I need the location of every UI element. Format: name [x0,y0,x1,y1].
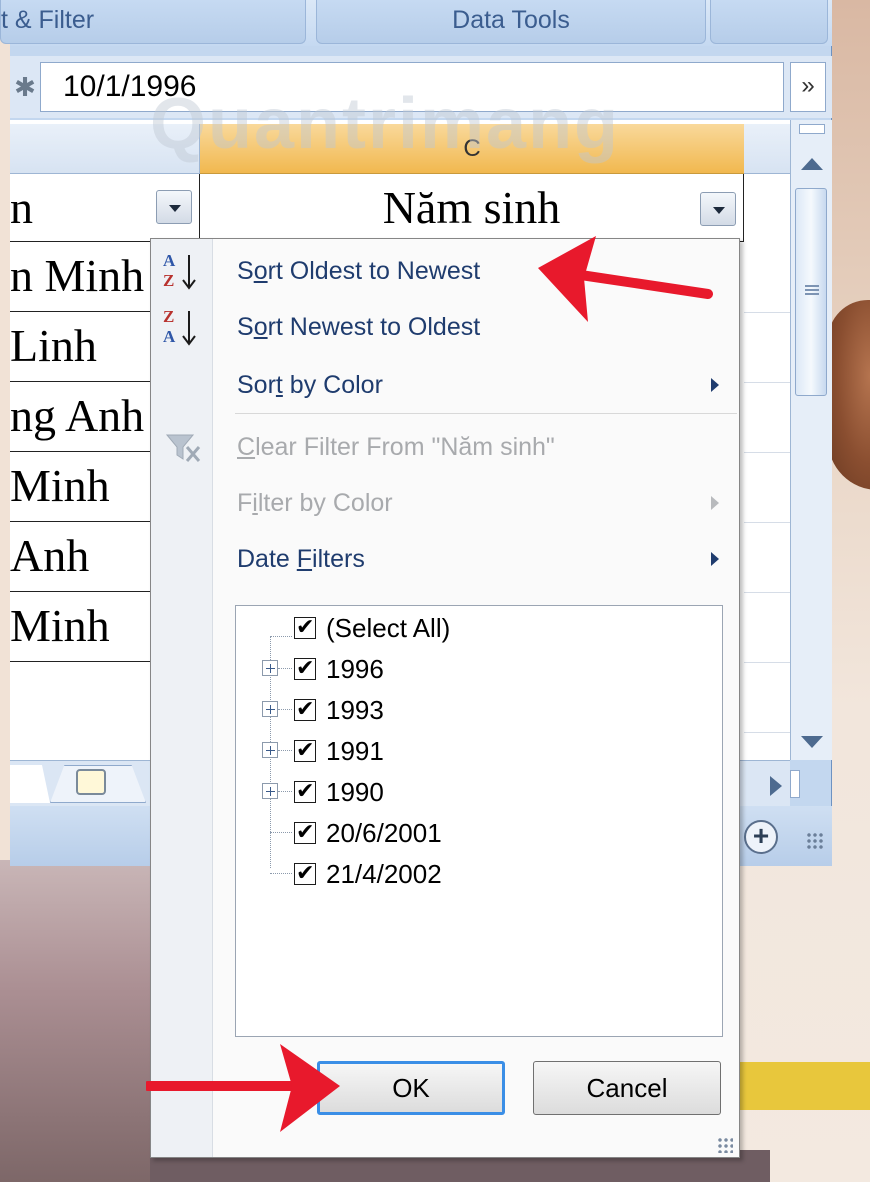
checklist-label: 1996 [326,654,384,684]
gridline [744,382,790,383]
expand-formula-bar-button[interactable]: » [790,62,826,112]
gridline [744,452,790,453]
background-yellow-stripe [740,1062,870,1110]
grip-icon [805,285,819,297]
menu-item-label: by Color [282,371,383,399]
checklist-label: 21/4/2002 [326,859,442,889]
sheet-tab-partial[interactable] [10,765,50,803]
menu-icon-gutter [151,239,213,1157]
gridline [744,312,790,313]
expand-icon[interactable] [262,742,278,758]
insert-sheet-icon [76,769,106,795]
svg-text:Z: Z [163,307,174,326]
scroll-right-icon[interactable] [770,776,782,796]
checkbox-checked-icon[interactable] [294,614,316,640]
tree-line [270,873,292,874]
ribbon-group-data-tools[interactable]: Data Tools [316,0,706,44]
vertical-scrollbar[interactable] [790,120,832,760]
menu-item-accelerator: C [237,433,256,461]
ribbon-group-sort-filter[interactable]: t & Filter [0,0,306,44]
checkbox-checked-icon[interactable] [294,737,316,763]
gridline [744,522,790,523]
background-person-head [828,300,870,490]
menu-item-accelerator: F [296,545,313,573]
ribbon: t & Filter Data Tools [0,0,832,46]
tree-line [278,709,292,710]
checklist-label: 20/6/2001 [326,818,442,848]
sort-descending-icon: Z A [161,305,205,351]
horizontal-split-box[interactable] [790,770,800,798]
resize-grip-icon[interactable] [717,1137,733,1153]
menu-item-label: S [237,257,254,285]
menu-item-label: lter by Color [257,489,393,517]
scrollbar-thumb[interactable] [795,188,827,396]
ok-button[interactable]: OK [317,1061,505,1115]
menu-item-sort-by-color[interactable]: Sort by Color [213,357,739,413]
svg-text:A: A [163,327,176,346]
background-photo-left [0,860,160,1182]
gridline [744,662,790,663]
watermark: Quantrimang [150,84,621,164]
menu-item-label: lear Filter From "Năm sinh" [255,433,555,461]
checkbox-checked-icon[interactable] [294,819,316,845]
menu-separator [235,413,737,414]
menu-item-label: F [237,489,253,517]
svg-text:Z: Z [163,271,174,290]
zoom-in-icon[interactable]: + [744,820,778,854]
chevron-double-down-icon: » [801,72,815,99]
tree-line [278,750,292,751]
cancel-button[interactable]: Cancel [533,1061,721,1115]
menu-item-date-filters[interactable]: Date Filters [213,531,739,587]
expand-icon[interactable] [262,701,278,717]
checklist-label: 1993 [326,695,384,725]
checklist-label: 1990 [326,777,384,807]
menu-item-clear-filter: Clear Filter From "Năm sinh" [213,419,739,475]
submenu-arrow-icon [711,552,719,566]
menu-item-label: S [237,313,254,341]
annotation-arrow-icon [146,1044,340,1132]
menu-item-label: rt Oldest to Newest [267,257,481,285]
filter-value-list[interactable]: (Select All) 1996 1993 1991 1990 20/6/20… [235,605,723,1037]
autofilter-menu: A Z Sort Oldest to Newest Z A Sort Newes… [150,238,740,1158]
checkbox-checked-icon[interactable] [294,655,316,681]
checkbox-checked-icon[interactable] [294,696,316,722]
column-header-d[interactable] [744,124,790,174]
gridline [744,592,790,593]
scroll-up-icon[interactable] [801,158,823,170]
filter-dropdown-button-c[interactable] [700,192,736,226]
checkbox-checked-icon[interactable] [294,860,316,886]
tree-line [270,636,292,637]
menu-item-accelerator: o [253,313,268,341]
checklist-label: 1991 [326,736,384,766]
filter-dropdown-button-b[interactable] [156,190,192,224]
expand-icon[interactable] [262,783,278,799]
annotation-arrow-icon [538,236,713,322]
menu-item-filter-by-color: Filter by Color [213,475,739,531]
scroll-down-icon[interactable] [801,736,823,748]
expand-icon[interactable] [262,660,278,676]
submenu-arrow-icon [711,496,719,510]
menu-item-accelerator: o [253,257,268,285]
split-box[interactable] [799,124,825,134]
tree-line [270,832,292,833]
tree-line [278,668,292,669]
menu-item-label: ilters [312,545,365,573]
function-icon[interactable]: ✱ [10,62,40,112]
checkbox-checked-icon[interactable] [294,778,316,804]
menu-item-label: rt Newest to Oldest [267,313,481,341]
checklist-label: (Select All) [326,613,451,643]
tree-line [278,791,292,792]
menu-item-accelerator: t [275,371,283,399]
submenu-arrow-icon [711,378,719,392]
menu-item-label: Date [237,545,297,573]
clear-filter-icon [161,425,205,471]
sort-ascending-icon: A Z [161,249,205,295]
gridline [744,732,790,733]
resize-grip-icon[interactable] [806,832,824,850]
svg-text:A: A [163,251,176,270]
ribbon-group-more[interactable] [710,0,828,44]
menu-item-label: Sor [237,371,276,399]
